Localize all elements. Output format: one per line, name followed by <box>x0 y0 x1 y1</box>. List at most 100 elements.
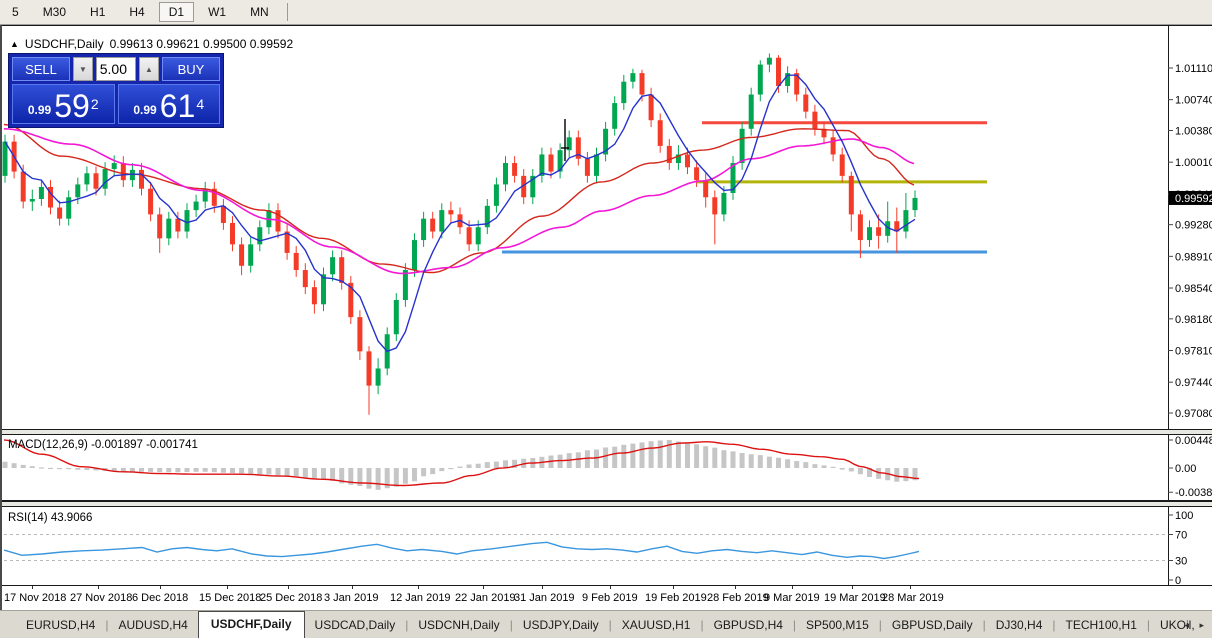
price-axis-label: 1.00380 <box>1175 125 1212 137</box>
price-axis-label: 0.98540 <box>1175 283 1212 295</box>
candle <box>585 152 590 183</box>
candle <box>185 203 190 238</box>
chart-tab-sp500-m15[interactable]: SP500,M15 <box>796 614 879 638</box>
chart-tab-usdcad-daily[interactable]: USDCAD,Daily <box>305 614 406 638</box>
candle <box>503 156 508 191</box>
price-axis-label: 0.99280 <box>1175 220 1212 232</box>
toolbar-separator <box>287 3 288 21</box>
date-tick <box>160 586 161 589</box>
candle <box>621 75 626 110</box>
date-axis-label: 3 Jan 2019 <box>324 592 378 604</box>
macd-indicator-label: MACD(12,26,9) -0.001897 -0.001741 <box>8 439 198 451</box>
chart-tab-audusd-h4[interactable]: AUDUSD,H4 <box>108 614 197 638</box>
candle <box>740 122 745 170</box>
volume-decrease-button[interactable]: ▼ <box>73 57 93 81</box>
timeframe-button-5[interactable]: 5 <box>2 2 29 22</box>
macd-pane[interactable]: 0.0044870.00-0.003883MACD(12,26,9) -0.00… <box>2 435 1212 501</box>
timeframe-toolbar: 5M30H1H4D1W1MN <box>0 0 1212 25</box>
candle <box>812 105 817 136</box>
candle <box>849 172 854 232</box>
tab-scroll-arrows[interactable]: ◂ ▸ <box>1184 620 1208 631</box>
date-axis-label: 31 Jan 2019 <box>514 592 575 604</box>
candle <box>148 182 153 221</box>
ask-price-box[interactable]: 0.99 61 4 <box>118 84 221 124</box>
main-price-pane[interactable]: 1.011101.007401.003801.000100.996400.992… <box>2 25 1212 429</box>
volume-input[interactable]: 5.00 <box>96 57 136 81</box>
ask-prefix: 0.99 <box>133 103 156 117</box>
date-axis-label: 19 Feb 2019 <box>645 592 707 604</box>
macd-axis-label: 0.004487 <box>1175 435 1212 447</box>
chart-tab-usdcnh-daily[interactable]: USDCNH,Daily <box>408 614 509 638</box>
sell-button[interactable]: SELL <box>12 57 70 81</box>
price-axis-label: 0.98180 <box>1175 314 1212 326</box>
timeframe-button-m30[interactable]: M30 <box>33 2 76 22</box>
candle <box>48 180 53 214</box>
bid-pipette: 2 <box>91 89 99 119</box>
candle <box>721 186 726 221</box>
date-tick <box>852 586 853 589</box>
candle <box>612 96 617 135</box>
chart-window: 1.011101.007401.003801.000100.996400.992… <box>0 25 1212 610</box>
date-tick <box>32 586 33 589</box>
candle <box>749 88 754 136</box>
candle <box>57 201 62 226</box>
candle <box>367 346 372 414</box>
date-axis-label: 25 Dec 2018 <box>260 592 322 604</box>
chart-tab-dj30-h4[interactable]: DJ30,H4 <box>986 614 1053 638</box>
date-tick <box>418 586 419 589</box>
candle <box>913 190 918 217</box>
candle <box>867 220 872 247</box>
timeframe-button-mn[interactable]: MN <box>240 2 279 22</box>
candle <box>257 220 262 251</box>
date-tick <box>98 586 99 589</box>
candle <box>303 263 308 294</box>
rsi-axis-label: 30 <box>1175 556 1187 568</box>
volume-increase-button[interactable]: ▲ <box>139 57 159 81</box>
timeframe-button-d1[interactable]: D1 <box>159 2 194 22</box>
date-tick <box>910 586 911 589</box>
svg-text:0.99592: 0.99592 <box>1175 193 1212 205</box>
price-axis-label: 1.00010 <box>1175 157 1212 169</box>
chart-tab-usdjpy-daily[interactable]: USDJPY,Daily <box>513 614 609 638</box>
candle <box>112 155 117 176</box>
candle <box>139 163 144 196</box>
bid-price-box[interactable]: 0.99 59 2 <box>12 84 115 124</box>
timeframe-button-h4[interactable]: H4 <box>119 2 154 22</box>
candle <box>294 246 299 277</box>
candle <box>39 180 44 206</box>
candle <box>831 130 836 161</box>
date-axis-label: 19 Mar 2019 <box>824 592 886 604</box>
rsi-pane[interactable]: 10070300RSI(14) 43.9066 <box>2 507 1212 585</box>
chart-tab-gbpusd-daily[interactable]: GBPUSD,Daily <box>882 614 983 638</box>
date-axis-label: 12 Jan 2019 <box>390 592 451 604</box>
candle <box>430 212 435 239</box>
candle <box>703 173 708 207</box>
timeframe-button-h1[interactable]: H1 <box>80 2 115 22</box>
collapse-triangle-icon[interactable]: ▲ <box>10 39 19 49</box>
price-axis-label: 1.00740 <box>1175 95 1212 107</box>
candle <box>794 69 799 102</box>
candle <box>731 156 736 200</box>
price-axis-label: 0.97080 <box>1175 408 1212 420</box>
chart-tab-gbpusd-h4[interactable]: GBPUSD,H4 <box>704 614 793 638</box>
candle <box>594 148 599 183</box>
date-axis-label: 28 Feb 2019 <box>707 592 769 604</box>
date-tick <box>288 586 289 589</box>
candle <box>376 358 381 394</box>
chart-tab-usdchf-daily[interactable]: USDCHF,Daily <box>198 611 305 638</box>
date-axis[interactable]: 17 Nov 201827 Nov 20186 Dec 201815 Dec 2… <box>2 585 1212 610</box>
buy-button[interactable]: BUY <box>162 57 220 81</box>
chart-tab-xauusd-h1[interactable]: XAUUSD,H1 <box>612 614 701 638</box>
candle <box>667 139 672 170</box>
timeframe-button-w1[interactable]: W1 <box>198 2 236 22</box>
chart-tab-tech100-h1[interactable]: TECH100,H1 <box>1056 614 1147 638</box>
candle <box>822 122 827 144</box>
candle <box>221 199 226 230</box>
date-tick <box>610 586 611 589</box>
candle <box>840 148 845 183</box>
date-axis-label: 15 Dec 2018 <box>199 592 261 604</box>
macd-axis-label: -0.003883 <box>1175 487 1212 499</box>
chart-tab-eurusd-h4[interactable]: EURUSD,H4 <box>16 614 105 638</box>
candle <box>30 190 35 211</box>
one-click-trade-panel: SELL ▼ 5.00 ▲ BUY 0.99 59 2 0.99 61 4 <box>8 53 224 128</box>
